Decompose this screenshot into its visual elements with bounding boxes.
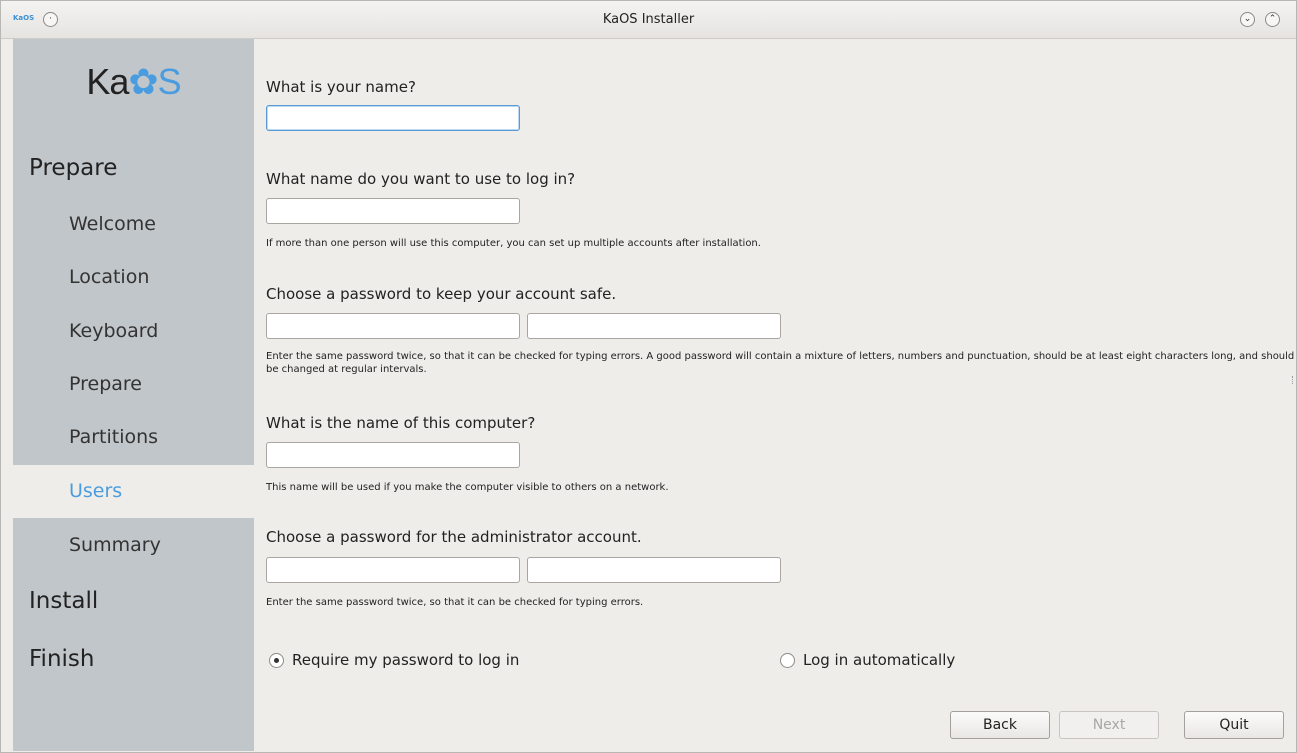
auto-login-label: Log in automatically (803, 651, 956, 669)
section-install: Install (29, 588, 99, 614)
sidebar-item-welcome: Welcome (69, 213, 156, 235)
maximize-button[interactable]: ⌃ (1265, 12, 1280, 27)
full-name-input[interactable] (266, 105, 520, 131)
sidebar-item-prepare: Prepare (69, 373, 142, 395)
sidebar-item-partitions: Partitions (69, 426, 159, 448)
username-input[interactable] (266, 198, 520, 224)
password-input[interactable] (266, 313, 520, 339)
gear-icon: ✿ (128, 61, 158, 102)
window-title: KaOS Installer (602, 12, 695, 27)
require-password-option[interactable]: Require my password to log in (269, 651, 519, 669)
auto-login-option[interactable]: Log in automatically (780, 651, 955, 669)
password-confirm-input[interactable] (527, 313, 781, 339)
resize-grip[interactable] (1292, 376, 1295, 384)
minimize-button[interactable]: ⌄ (1240, 12, 1255, 27)
admin-hint: Enter the same password twice, so that i… (266, 597, 644, 608)
sidebar-item-users: Users (13, 465, 254, 518)
installer-window: KaOS · KaOS Installer ⌄ ⌃ Ka✿S Prepare W… (0, 0, 1297, 753)
auto-login-radio[interactable] (780, 652, 795, 668)
sidebar: Ka✿S Prepare Welcome Location Keyboard P… (13, 39, 254, 751)
name-question: What is your name? (266, 78, 416, 96)
sidebar-item-location: Location (69, 266, 150, 288)
login-question: What name do you want to use to log in? (266, 170, 576, 188)
hostname-input[interactable] (266, 442, 520, 468)
sidebar-item-keyboard: Keyboard (69, 320, 159, 342)
login-hint: If more than one person will use this co… (266, 238, 761, 249)
next-button[interactable]: Next (1059, 711, 1159, 739)
hostname-question: What is the name of this computer? (266, 414, 536, 432)
admin-password-confirm-input[interactable] (527, 557, 781, 583)
require-password-radio[interactable] (269, 652, 284, 668)
section-prepare: Prepare (29, 155, 118, 181)
section-finish: Finish (29, 646, 95, 672)
admin-password-input[interactable] (266, 557, 520, 583)
sidebar-item-summary: Summary (69, 534, 161, 556)
hostname-hint: This name will be used if you make the c… (266, 482, 669, 493)
back-button[interactable]: Back (950, 711, 1050, 739)
password-hint: Enter the same password twice, so that i… (266, 351, 1295, 375)
password-question: Choose a password to keep your account s… (266, 285, 617, 303)
kaos-logo: Ka✿S (86, 61, 181, 102)
users-page: What is your name? What name do you want… (254, 39, 1296, 751)
require-password-label: Require my password to log in (292, 651, 520, 669)
quit-button[interactable]: Quit (1184, 711, 1284, 739)
title-bar: KaOS · KaOS Installer ⌄ ⌃ (1, 1, 1296, 39)
admin-question: Choose a password for the administrator … (266, 528, 642, 546)
